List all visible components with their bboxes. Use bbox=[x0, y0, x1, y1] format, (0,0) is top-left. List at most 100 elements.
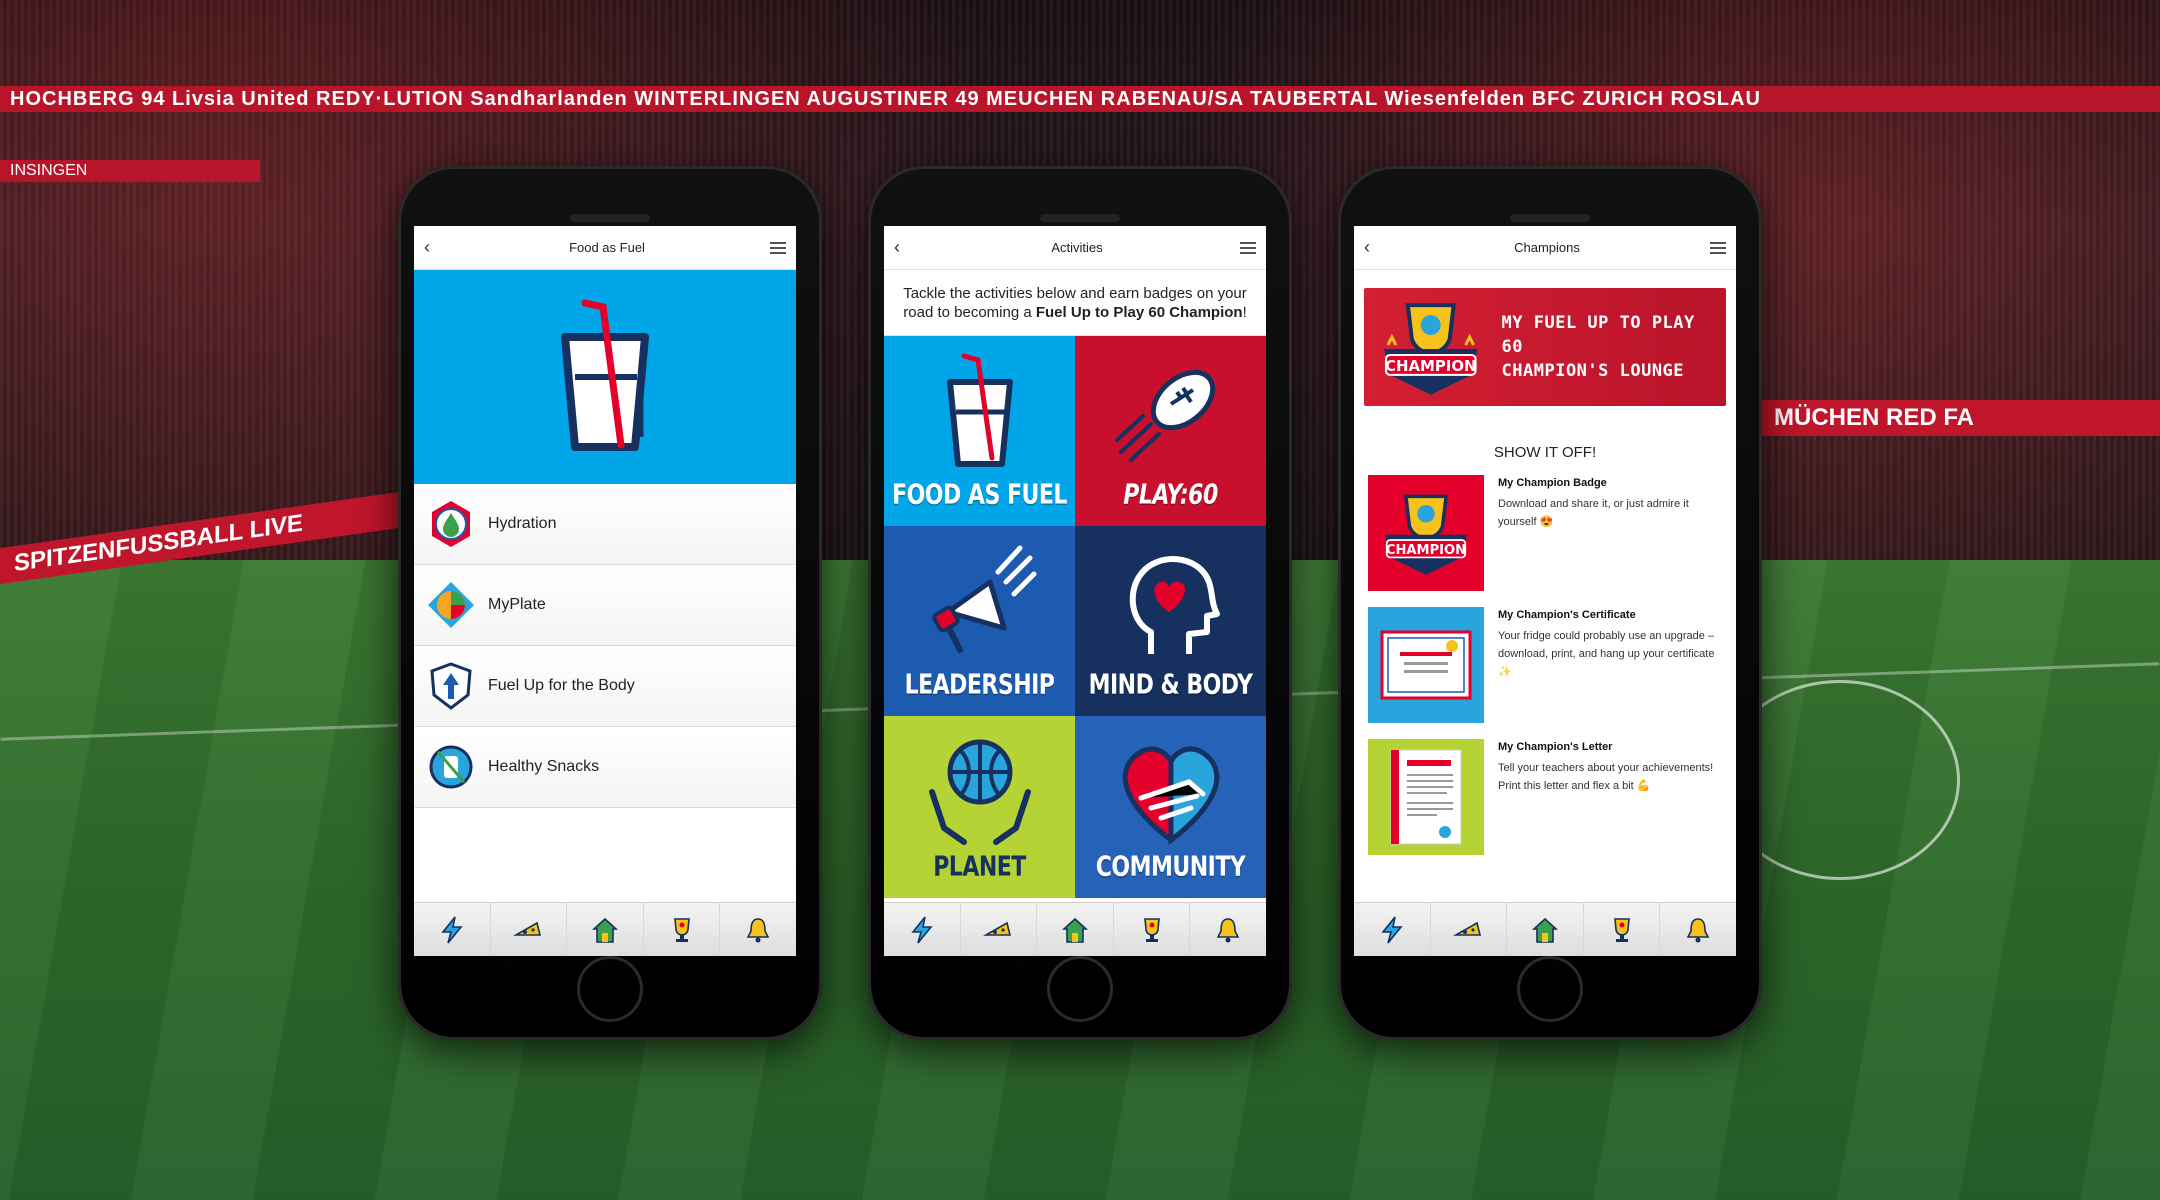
home-button[interactable] bbox=[1517, 956, 1583, 1022]
champion-badge-icon: CHAMPION bbox=[1384, 494, 1468, 575]
tab-activities[interactable] bbox=[1354, 903, 1431, 956]
tile-community[interactable]: COMMUNITY bbox=[1075, 716, 1266, 898]
lounge-line-2: CHAMPION'S LOUNGE bbox=[1501, 361, 1685, 381]
tab-food[interactable] bbox=[491, 903, 568, 956]
home-button[interactable] bbox=[577, 956, 643, 1022]
stadium-banner: HOCHBERG 94 Livsia United REDY·LUTION Sa… bbox=[0, 86, 2160, 112]
trophy-icon bbox=[1613, 917, 1630, 942]
phone-speaker bbox=[1510, 214, 1590, 222]
globe-hands-icon bbox=[928, 739, 1031, 845]
tab-notifications[interactable] bbox=[720, 903, 796, 956]
home-icon bbox=[1061, 917, 1089, 943]
phone-speaker bbox=[1040, 214, 1120, 222]
cup-icon bbox=[946, 353, 1013, 467]
tile-label: FOOD AS FUEL bbox=[892, 479, 1067, 512]
tile-leadership[interactable]: LEADERSHIP bbox=[884, 526, 1075, 716]
item-title: My Champion's Letter bbox=[1498, 741, 1613, 753]
item-title: My Champion's Certificate bbox=[1498, 609, 1636, 621]
megaphone-icon bbox=[931, 545, 1036, 653]
back-chevron-icon[interactable]: ‹ bbox=[424, 237, 444, 258]
phone-speaker bbox=[570, 214, 650, 222]
list-item-champion-certificate[interactable]: My Champion's Certificate Your fridge co… bbox=[1354, 607, 1736, 725]
tile-planet[interactable]: PLANET bbox=[884, 716, 1075, 898]
phone-food-as-fuel: ‹ Food as Fuel Hydration MyPlate Fuel Up… bbox=[398, 166, 822, 1040]
list-item-champion-letter[interactable]: My Champion's Letter Tell your teachers … bbox=[1354, 739, 1736, 857]
tile-label: COMMUNITY bbox=[1095, 851, 1246, 884]
ad-board-right: MÜCHEN RED FA bbox=[1760, 400, 2160, 436]
hamburger-menu-icon[interactable] bbox=[1709, 241, 1726, 254]
trophy-icon bbox=[673, 917, 690, 942]
badge-thumbnail: CHAMPION bbox=[1368, 475, 1484, 591]
lounge-title: MY FUEL UP TO PLAY 60 CHAMPION'S LOUNGE bbox=[1502, 311, 1726, 383]
tile-food-as-fuel[interactable]: FOOD AS FUEL bbox=[884, 336, 1075, 526]
certificate-thumbnail bbox=[1368, 607, 1484, 723]
football-icon bbox=[1114, 369, 1215, 462]
tab-home[interactable] bbox=[567, 903, 644, 956]
back-chevron-icon[interactable]: ‹ bbox=[894, 237, 914, 258]
certificate-icon bbox=[1380, 630, 1472, 700]
list-item-healthy-snacks[interactable]: Healthy Snacks bbox=[414, 727, 796, 808]
nav-bar: ‹ Activities bbox=[884, 226, 1266, 270]
hero-banner bbox=[414, 270, 796, 484]
section-heading: SHOW IT OFF! bbox=[1493, 444, 1597, 461]
home-icon bbox=[1531, 917, 1559, 943]
tab-home[interactable] bbox=[1507, 903, 1584, 956]
tab-home[interactable] bbox=[1037, 903, 1114, 956]
home-button[interactable] bbox=[1047, 956, 1113, 1022]
tab-notifications[interactable] bbox=[1660, 903, 1736, 956]
letter-icon bbox=[1390, 749, 1462, 845]
tab-champions[interactable] bbox=[1584, 903, 1661, 956]
nav-bar: ‹ Food as Fuel bbox=[414, 226, 796, 270]
trophy-icon bbox=[1143, 917, 1160, 942]
cup-icon bbox=[561, 299, 649, 451]
list-item-label: Healthy Snacks bbox=[488, 758, 600, 775]
page-title: Champions bbox=[1514, 240, 1580, 255]
lightning-icon bbox=[911, 916, 933, 944]
hamburger-menu-icon[interactable] bbox=[1239, 241, 1256, 254]
list-item-myplate[interactable]: MyPlate bbox=[414, 565, 796, 646]
page-title: Activities bbox=[1051, 240, 1103, 255]
tab-notifications[interactable] bbox=[1190, 903, 1266, 956]
list-item-label: Hydration bbox=[488, 515, 557, 532]
tab-activities[interactable] bbox=[414, 903, 491, 956]
list-item-hydration[interactable]: Hydration bbox=[414, 484, 796, 565]
phone-activities: ‹ Activities Tackle the activities below… bbox=[868, 166, 1292, 1040]
intro-end: ! bbox=[1242, 304, 1247, 321]
bell-icon bbox=[746, 917, 770, 942]
page-title: Food as Fuel bbox=[569, 240, 645, 255]
badge-word: CHAMPION bbox=[1385, 357, 1477, 375]
item-title: My Champion Badge bbox=[1498, 477, 1607, 489]
tab-bar bbox=[1354, 902, 1736, 956]
item-desc: Download and share it, or just admire it… bbox=[1498, 498, 1689, 528]
tab-champions[interactable] bbox=[644, 903, 721, 956]
intro-text: Tackle the activities below and earn bad… bbox=[884, 270, 1266, 336]
tab-food[interactable] bbox=[961, 903, 1038, 956]
body-badge-icon bbox=[430, 662, 472, 710]
list-item-fuel-up-body[interactable]: Fuel Up for the Body bbox=[414, 646, 796, 727]
cheese-icon bbox=[513, 921, 542, 936]
snacks-badge-icon bbox=[429, 745, 473, 789]
nav-bar: ‹ Champions bbox=[1354, 226, 1736, 270]
tab-bar bbox=[884, 902, 1266, 956]
lightning-icon bbox=[441, 916, 463, 944]
item-text: My Champion's Letter Tell your teachers … bbox=[1484, 739, 1722, 857]
tab-activities[interactable] bbox=[884, 903, 961, 956]
head-heart-icon bbox=[1129, 556, 1220, 654]
tab-bar bbox=[414, 902, 796, 956]
badge-word: CHAMPION bbox=[1386, 543, 1466, 558]
champion-badge-icon: CHAMPION bbox=[1383, 303, 1478, 395]
item-desc: Tell your teachers about your achievemen… bbox=[1498, 762, 1714, 792]
tile-mind-body[interactable]: MIND & BODY bbox=[1075, 526, 1266, 716]
lightning-icon bbox=[1381, 916, 1403, 944]
tab-food[interactable] bbox=[1431, 903, 1508, 956]
tile-play60[interactable]: PLAY:60 bbox=[1075, 336, 1266, 526]
back-chevron-icon[interactable]: ‹ bbox=[1364, 237, 1384, 258]
letter-thumbnail bbox=[1368, 739, 1484, 855]
hamburger-menu-icon[interactable] bbox=[770, 241, 786, 254]
tab-champions[interactable] bbox=[1114, 903, 1191, 956]
phone-champions: ‹ Champions CHAMPION MY FUEL UP TO PLAY … bbox=[1338, 166, 1762, 1040]
list-item-label: Fuel Up for the Body bbox=[488, 677, 635, 694]
cheese-icon bbox=[983, 921, 1012, 936]
screen: ‹ Activities Tackle the activities below… bbox=[884, 226, 1266, 956]
list-item-champion-badge[interactable]: CHAMPION My Champion Badge Download and … bbox=[1354, 475, 1736, 593]
